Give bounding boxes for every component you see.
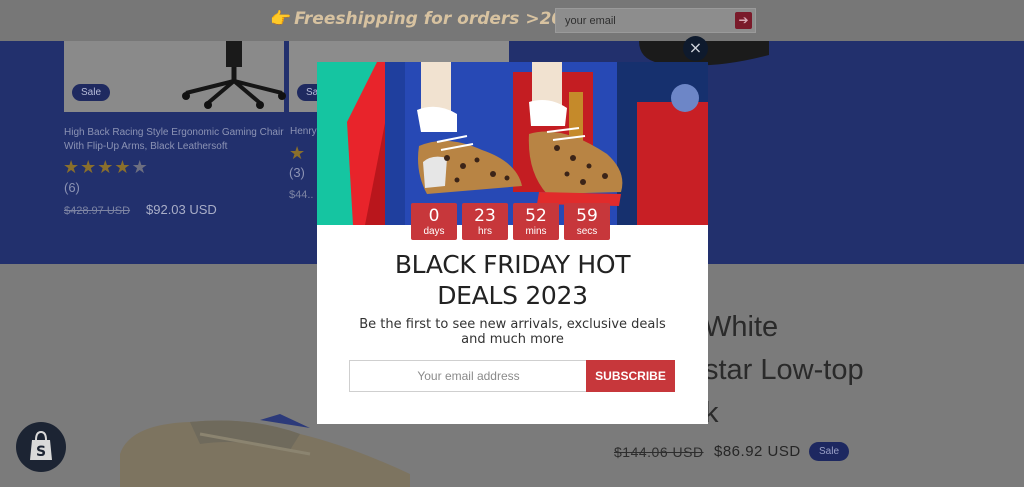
title-line: White — [704, 311, 779, 343]
promo-text: Freeshipping for orders >200$ — [294, 9, 587, 29]
popup-subtitle: Be the first to see new arrivals, exclus… — [359, 317, 666, 347]
svg-text:S: S — [36, 444, 46, 460]
close-popup-button[interactable]: × — [683, 36, 708, 61]
compare-price: $144.06 USD — [614, 444, 704, 460]
sale-badge: Sale — [72, 84, 111, 101]
countdown-unit: secs — [576, 226, 598, 237]
black-friday-sneakers-image — [317, 62, 708, 225]
newsletter-form-top: ➔ — [555, 8, 756, 33]
announcement-bar: 👉Freeshipping for orders >200$💸 ➔ — [0, 0, 1024, 41]
countdown-days: 0 days — [411, 203, 457, 240]
countdown-unit: days — [423, 226, 445, 237]
pointing-hand-icon: 👉 — [270, 9, 292, 29]
product-image-chair[interactable] — [64, 41, 286, 112]
star-icon: ★ — [80, 157, 98, 178]
countdown-value: 23 — [474, 206, 496, 226]
sale-badge: Sale — [809, 442, 850, 461]
star-empty-icon: ★ — [131, 157, 149, 178]
top-email-input[interactable] — [556, 9, 734, 32]
countdown-value: 59 — [576, 206, 598, 226]
star-icon: ★ — [289, 143, 306, 164]
popup-title: BLACK FRIDAY HOT DEALS 2023 — [317, 249, 708, 311]
review-count: (3) — [289, 165, 305, 180]
title-line: k — [704, 397, 719, 429]
product-title-link[interactable]: Henry — [290, 126, 317, 137]
countdown-unit: mins — [525, 226, 547, 237]
shopify-bag-icon: S — [30, 430, 52, 460]
countdown-timer: 0 days 23 hrs 52 mins 59 secs — [411, 203, 610, 240]
title-line: star Low-top — [704, 354, 864, 386]
sneaker-image — [120, 414, 410, 487]
countdown-value: 0 — [428, 206, 440, 226]
countdown-minutes: 52 mins — [513, 203, 559, 240]
newsletter-popup: 0 days 23 hrs 52 mins 59 secs BLACK FRID… — [317, 62, 708, 424]
product-title-link[interactable]: High Back Racing Style Ergonomic Gaming … — [64, 126, 284, 154]
countdown-seconds: 59 secs — [564, 203, 610, 240]
countdown-unit: hrs — [478, 226, 492, 237]
popup-hero-image — [317, 62, 708, 225]
popup-title-line: DEALS 2023 — [437, 281, 588, 310]
star-icon: ★ — [114, 157, 132, 178]
popup-email-input[interactable] — [349, 360, 587, 392]
rating-stars: ★ — [289, 143, 305, 164]
sale-price: $86.92 USD — [714, 443, 801, 460]
compare-price: $428.97 USD — [64, 205, 131, 217]
rating-stars: ★★★★★ — [63, 157, 149, 178]
countdown-hours: 23 hrs — [462, 203, 508, 240]
arrow-right-icon[interactable]: ➔ — [735, 12, 752, 29]
product-detail-title: White star Low-top k — [704, 306, 1004, 435]
star-icon: ★ — [63, 157, 81, 178]
subscribe-button[interactable]: SUBSCRIBE — [586, 360, 675, 392]
sale-price: $92.03 USD — [146, 202, 217, 217]
star-icon: ★ — [97, 157, 115, 178]
countdown-value: 52 — [525, 206, 547, 226]
popup-title-line: BLACK FRIDAY HOT — [394, 250, 631, 279]
review-count: (6) — [64, 180, 80, 195]
gaming-chair-image — [182, 41, 286, 109]
compare-price: $44.. — [289, 189, 314, 201]
shopify-chat-button[interactable]: S — [16, 422, 66, 472]
